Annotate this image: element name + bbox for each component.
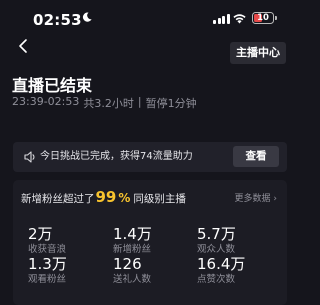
- battery-icon: 10: [252, 12, 274, 24]
- metric-value: 2万: [28, 225, 53, 243]
- metric-item[interactable]: 16.4万 点赞次数: [197, 256, 277, 286]
- live-pause: 暂停1分钟: [145, 97, 197, 110]
- host-center-button[interactable]: 主播中心: [230, 42, 286, 64]
- status-bar: 02:53 10: [0, 0, 300, 36]
- metric-label: 送礼人数: [113, 274, 152, 285]
- metric-label: 观看粉丝: [28, 274, 67, 285]
- metric-item[interactable]: 2万 收获音浪: [28, 226, 108, 256]
- stats-card: 新增粉丝超过了 99 % 同级别主播 更多数据 › 2万 收获音浪 1.4万 新…: [13, 180, 287, 305]
- metric-value: 16.4万: [197, 255, 246, 273]
- live-time-range: 23:39-02:53: [12, 95, 80, 108]
- signal-icon: [213, 14, 230, 24]
- battery-level: 10: [257, 12, 269, 23]
- metric-label: 点赞次数: [197, 274, 236, 285]
- metric-item[interactable]: 126 送礼人数: [113, 256, 193, 286]
- fans-rank-percent-sign: %: [118, 191, 131, 205]
- fans-rank-prefix: 新增粉丝超过了: [21, 193, 95, 205]
- back-chevron-icon[interactable]: [14, 36, 34, 56]
- speaker-icon: [24, 151, 35, 163]
- moon-icon: [82, 12, 92, 22]
- challenge-text: 今日挑战已完成，获得74流量助力: [40, 151, 193, 162]
- metric-value: 5.7万: [197, 225, 236, 243]
- wifi-icon: [233, 14, 246, 24]
- fans-rank-suffix: 同级别主播: [133, 193, 186, 205]
- metric-item[interactable]: 1.4万 新增粉丝: [113, 226, 193, 256]
- live-summary: 23:39-02:53 共3.2小时 | 暂停1分钟: [12, 95, 197, 111]
- metric-value: 126: [113, 255, 142, 273]
- metric-value: 1.4万: [113, 225, 152, 243]
- live-duration: 共3.2小时: [83, 97, 134, 110]
- metric-item[interactable]: 1.3万 观看粉丝: [28, 256, 108, 286]
- page-title: 直播已结束: [12, 76, 93, 95]
- view-button[interactable]: 查看: [233, 146, 279, 167]
- metric-item[interactable]: 5.7万 观众人数: [197, 226, 277, 256]
- metric-value: 1.3万: [28, 255, 67, 273]
- challenge-banner: 今日挑战已完成，获得74流量助力 查看: [13, 142, 287, 172]
- status-time: 02:53: [33, 11, 82, 29]
- battery-tip: [275, 16, 277, 20]
- summary-divider: |: [137, 95, 142, 108]
- more-data-link[interactable]: 更多数据 ›: [235, 191, 277, 204]
- fans-rank-text: 新增粉丝超过了 99 % 同级别主播: [21, 188, 186, 206]
- fans-rank-percent: 99: [95, 188, 117, 206]
